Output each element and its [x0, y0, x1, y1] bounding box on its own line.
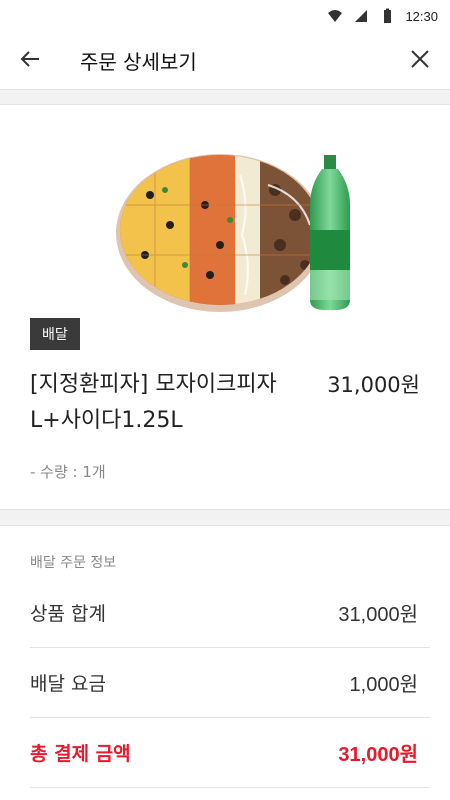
total-value: 31,000원 [338, 744, 418, 766]
pizza-and-soda-image [110, 145, 360, 320]
close-button[interactable] [390, 32, 450, 90]
product-price: 31,000원 [327, 373, 420, 397]
product-name: [지정환피자] 모자이크피자L+사이다1.25L [30, 372, 277, 433]
product-quantity: - 수량 : 1개 [30, 463, 106, 481]
subtotal-value: 31,000원 [338, 604, 418, 626]
order-info-card: 배달 주문 정보 상품 합계 31,000원 배달 요금 1,000원 총 결제… [0, 525, 450, 800]
subtotal-row: 상품 합계 31,000원 [30, 578, 430, 648]
app-bar: 주문 상세보기 [0, 32, 450, 90]
product-card: 배달 [지정환피자] 모자이크피자L+사이다1.25L 31,000원 - 수량… [0, 104, 450, 510]
total-label: 총 결제 금액 [30, 743, 131, 765]
delivery-fee-row: 배달 요금 1,000원 [30, 648, 430, 718]
total-row: 총 결제 금액 31,000원 [30, 718, 430, 788]
signal-icon [353, 8, 369, 24]
battery-icon [379, 8, 395, 24]
delivery-fee-value: 1,000원 [349, 674, 418, 696]
arrow-left-icon [19, 48, 41, 74]
subtotal-label: 상품 합계 [30, 603, 106, 625]
page-title: 주문 상세보기 [80, 50, 197, 74]
soda-bottle [310, 155, 350, 310]
delivery-fee-label: 배달 요금 [30, 673, 106, 695]
section-title: 배달 주문 정보 [30, 555, 117, 571]
status-bar: 12:30 [0, 0, 450, 32]
delivery-badge: 배달 [30, 318, 80, 350]
status-time: 12:30 [405, 8, 438, 24]
wifi-icon [327, 8, 343, 24]
back-button[interactable] [0, 32, 60, 90]
close-icon [410, 49, 430, 73]
